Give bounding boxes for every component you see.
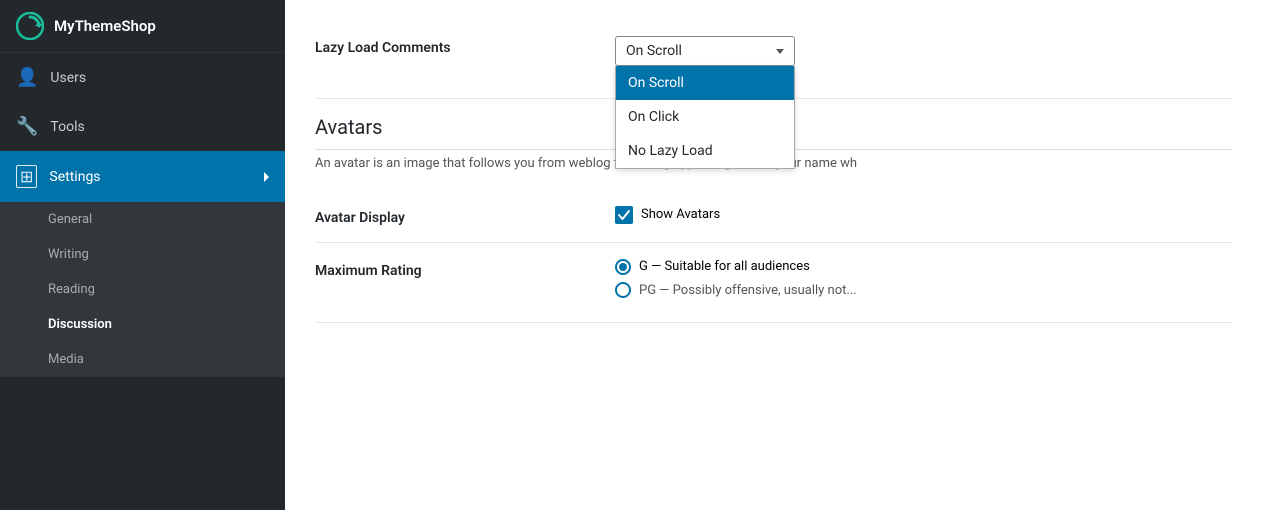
sidebar-item-writing[interactable]: Writing <box>0 237 285 272</box>
tools-icon: 🔧 <box>16 116 38 137</box>
checkmark-icon <box>618 209 630 221</box>
users-icon: 👤 <box>16 67 38 88</box>
sidebar-item-tools-label: Tools <box>50 119 84 135</box>
show-avatars-checkbox[interactable] <box>615 206 633 224</box>
rating-pg-radio[interactable] <box>615 282 631 298</box>
rating-g-radio[interactable] <box>615 259 631 275</box>
sidebar-item-reading-label: Reading <box>48 282 95 297</box>
lazy-load-label: Lazy Load Comments <box>315 36 615 56</box>
dropdown-option-on-click[interactable]: On Click <box>616 100 794 134</box>
sidebar-logo[interactable]: MyThemeShop <box>0 0 285 53</box>
rating-pg-row: PG — Possibly offensive, usually not... <box>615 281 1232 301</box>
settings-arrow-icon <box>264 172 269 182</box>
rating-g-label: G — Suitable for all audiences <box>639 259 810 274</box>
rating-g-row: G — Suitable for all audiences <box>615 259 1232 275</box>
mythemeshop-logo-icon <box>16 12 44 40</box>
maximum-rating-control: G — Suitable for all audiences PG — Poss… <box>615 259 1232 307</box>
sidebar-item-media-label: Media <box>48 352 84 367</box>
lazy-load-select-button[interactable]: On Scroll <box>615 36 795 66</box>
dropdown-option-on-scroll[interactable]: On Scroll <box>616 66 794 100</box>
rating-pg-label: PG — Possibly offensive, usually not... <box>639 281 857 301</box>
settings-sub-menu: General Writing Reading Discussion Media <box>0 202 285 377</box>
content-area: Lazy Load Comments On Scroll On Scroll O… <box>285 0 1262 510</box>
lazy-load-row: Lazy Load Comments On Scroll On Scroll O… <box>315 20 1232 99</box>
sidebar-item-users[interactable]: 👤 Users <box>0 53 285 102</box>
select-arrow-icon <box>776 49 784 54</box>
sidebar-item-users-label: Users <box>50 70 86 86</box>
sidebar-item-reading[interactable]: Reading <box>0 272 285 307</box>
lazy-load-select-wrapper: On Scroll On Scroll On Click No Lazy Loa… <box>615 36 795 66</box>
avatar-display-control: Show Avatars <box>615 206 1232 224</box>
sidebar-item-tools[interactable]: 🔧 Tools <box>0 102 285 151</box>
sidebar-item-general[interactable]: General <box>0 202 285 237</box>
sidebar-item-settings[interactable]: ⊞ Settings <box>0 151 285 202</box>
settings-icon: ⊞ <box>16 165 37 188</box>
sidebar-item-media[interactable]: Media <box>0 342 285 377</box>
lazy-load-control: On Scroll On Scroll On Click No Lazy Loa… <box>615 36 1232 82</box>
sidebar-item-discussion[interactable]: Discussion <box>0 307 285 342</box>
lazy-load-dropdown: On Scroll On Click No Lazy Load <box>615 66 795 169</box>
avatar-display-label: Avatar Display <box>315 206 615 226</box>
dropdown-option-no-lazy-load[interactable]: No Lazy Load <box>616 134 794 168</box>
maximum-rating-label: Maximum Rating <box>315 259 615 279</box>
sidebar-item-discussion-label: Discussion <box>48 317 112 332</box>
show-avatars-label: Show Avatars <box>641 207 720 222</box>
sidebar-item-writing-label: Writing <box>48 247 89 262</box>
maximum-rating-row: Maximum Rating G — Suitable for all audi… <box>315 243 1232 324</box>
sidebar-item-settings-label: Settings <box>49 169 100 185</box>
main-content: Lazy Load Comments On Scroll On Scroll O… <box>285 0 1262 510</box>
show-avatars-checkbox-row: Show Avatars <box>615 206 1232 224</box>
lazy-load-selected-value: On Scroll <box>626 43 682 59</box>
sidebar: MyThemeShop 👤 Users 🔧 Tools ⊞ Settings G… <box>0 0 285 510</box>
sidebar-logo-text: MyThemeShop <box>54 17 156 35</box>
avatar-display-row: Avatar Display Show Avatars <box>315 190 1232 243</box>
sidebar-item-general-label: General <box>48 212 92 227</box>
